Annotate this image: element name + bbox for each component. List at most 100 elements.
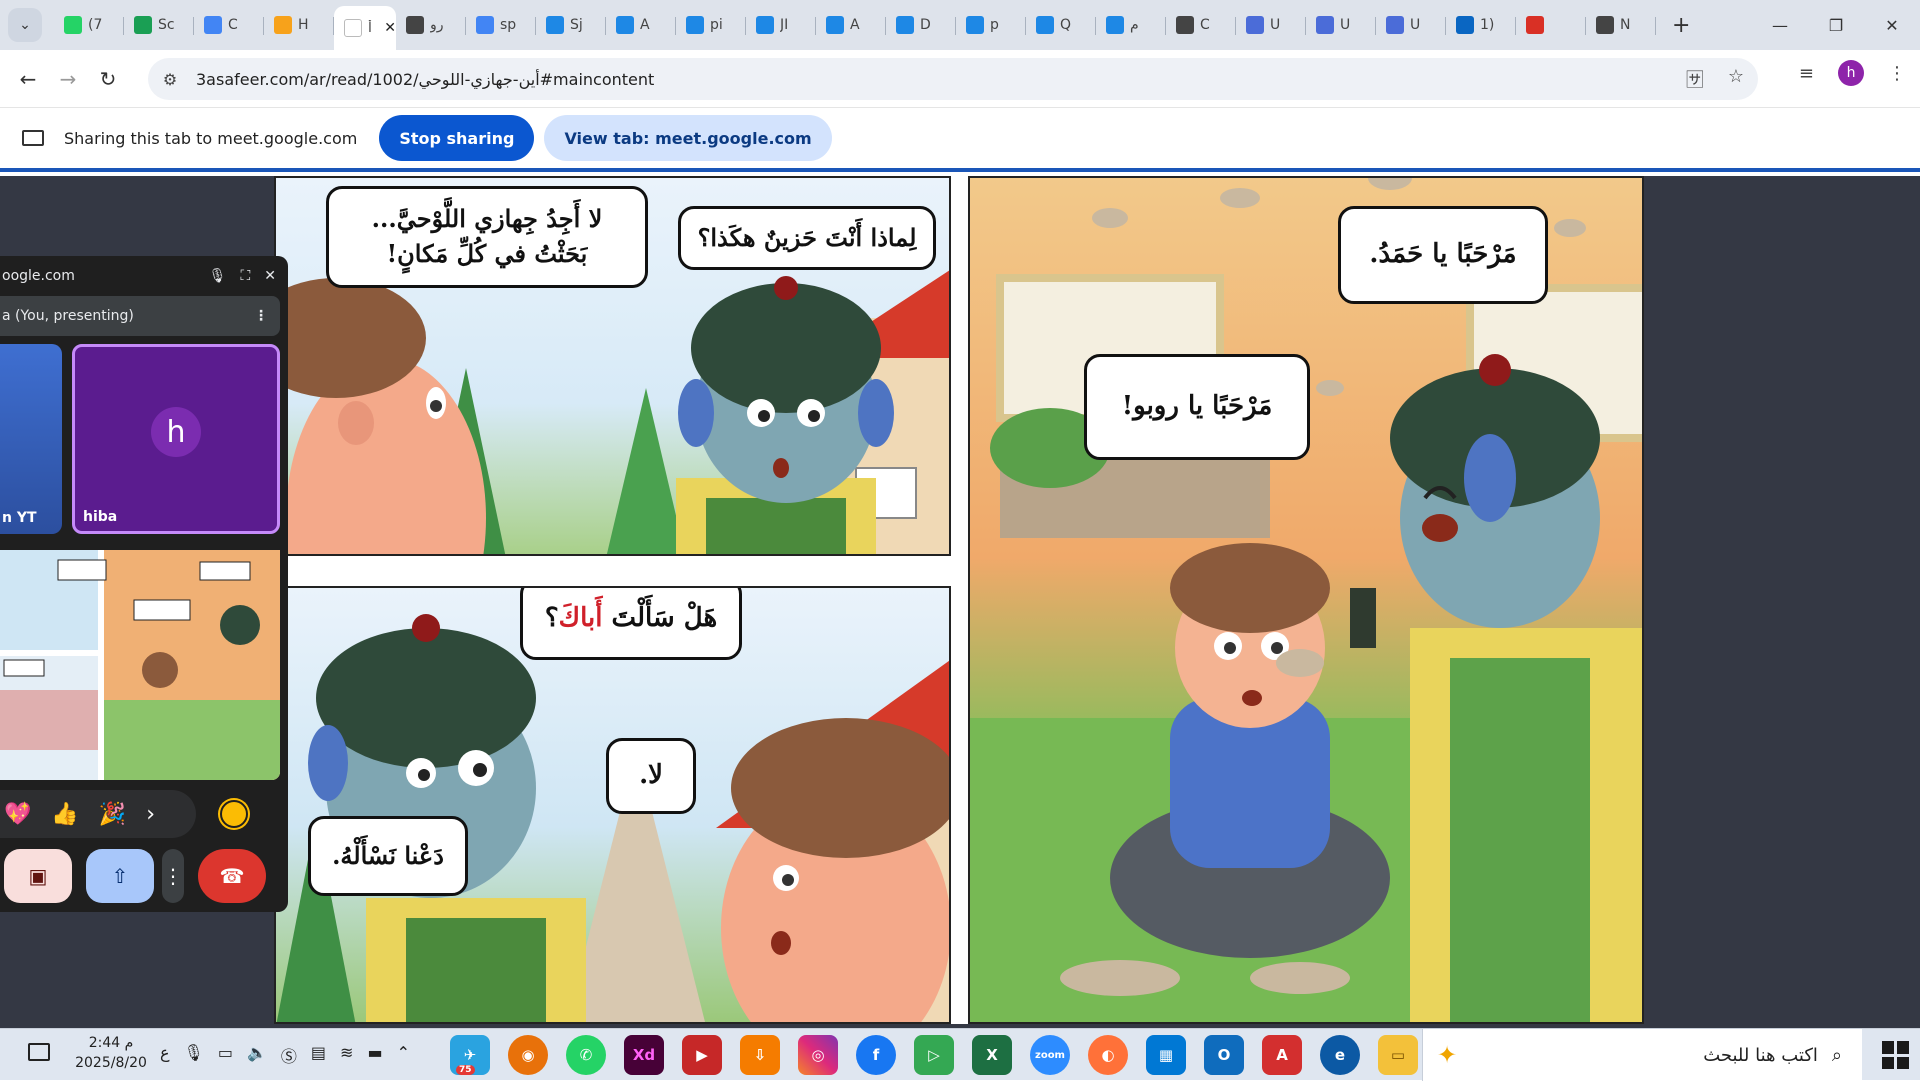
meet-domain: oogle.com: [2, 268, 75, 284]
arrow-right-icon: →: [59, 66, 77, 91]
new-tab-button[interactable]: +: [1672, 13, 1690, 38]
browser-tab[interactable]: Q: [1026, 5, 1096, 45]
expand-icon[interactable]: ⛶: [240, 268, 250, 284]
whatsapp-icon: [64, 16, 82, 34]
stop-sharing-button[interactable]: Stop sharing: [379, 115, 535, 161]
file-explorer-app-icon[interactable]: ▭: [1378, 1035, 1418, 1075]
address-bar[interactable]: ⚙ 3asafeer.com/ar/read/1002/أين-جهازي-ال…: [148, 58, 1758, 100]
excel-app-icon[interactable]: X: [972, 1035, 1012, 1075]
browser-tab[interactable]: N: [1586, 5, 1656, 45]
media-controls-icon[interactable]: ≡: [1799, 63, 1814, 84]
party-reaction-icon[interactable]: 🎉: [99, 802, 126, 827]
browser-tab[interactable]: JI: [746, 5, 816, 45]
skype-tray-icon[interactable]: Ⓢ: [281, 1043, 297, 1067]
presentation-preview[interactable]: [0, 550, 280, 780]
browser-tab[interactable]: p: [956, 5, 1026, 45]
microphone-tray-icon[interactable]: 🎙: [184, 1043, 204, 1067]
tab-list: (7 Sc C H أَ ✕ رو sp Sj Api JI A Dp Q م C U U U 1) N: [54, 0, 1656, 50]
taskbar-search-box[interactable]: ⌕ اكتب هنا للبحث ✦: [1422, 1029, 1862, 1081]
browser-tab[interactable]: Sc: [124, 5, 194, 45]
browser-tab[interactable]: D: [886, 5, 956, 45]
browser-tab[interactable]: 1): [1446, 5, 1516, 45]
browser-tab[interactable]: م: [1096, 5, 1166, 45]
microphone-icon[interactable]: 🎙: [209, 268, 227, 284]
tab-sharing-bar: Sharing this tab to meet.google.com Stop…: [0, 108, 1920, 172]
comic-thumbnail-icon: [0, 550, 280, 780]
browser-tab[interactable]: (7: [54, 5, 124, 45]
tab-title: H: [298, 17, 309, 33]
restore-button[interactable]: ❐: [1808, 0, 1864, 50]
tab-strip: ⌄ (7 Sc C H أَ ✕ رو sp Sj Api JI A Dp Q م C U U U 1) N + — ❐…: [0, 0, 1920, 50]
firefox-app-icon[interactable]: ◐: [1088, 1035, 1128, 1075]
store-app-icon[interactable]: ▦: [1146, 1035, 1186, 1075]
thumbs-up-reaction-icon[interactable]: 👍: [51, 802, 78, 827]
reload-button[interactable]: ↻: [88, 59, 128, 99]
chrome-app-icon[interactable]: ◉: [508, 1035, 548, 1075]
browser-tab[interactable]: C: [194, 5, 264, 45]
meet-controls: ▣ ⇧ ⋮ ☎: [0, 848, 288, 904]
browser-tab[interactable]: U: [1236, 5, 1306, 45]
menu-kebab-icon[interactable]: ⋮: [1888, 63, 1906, 84]
browser-tab[interactable]: H: [264, 5, 334, 45]
url-text[interactable]: 3asafeer.com/ar/read/1002/أين-جهازي-اللو…: [196, 70, 654, 89]
copilot-sparkle-icon[interactable]: ✦: [1437, 1041, 1457, 1069]
leave-call-button[interactable]: ☎: [198, 849, 266, 903]
close-icon[interactable]: ✕: [264, 268, 276, 284]
browser-tab[interactable]: أَ ✕: [334, 6, 396, 50]
zoom-app-icon[interactable]: zoom: [1030, 1035, 1070, 1075]
edge-app-icon[interactable]: e: [1320, 1035, 1360, 1075]
participant-tile-hiba[interactable]: h hiba: [72, 344, 280, 534]
display-tray-icon[interactable]: ▭: [218, 1043, 233, 1067]
browser-tab[interactable]: pi: [676, 5, 746, 45]
xd-app-icon[interactable]: Xd: [624, 1035, 664, 1075]
battery-icon[interactable]: ▬: [367, 1043, 382, 1067]
download-app-icon[interactable]: ⇩: [740, 1035, 780, 1075]
tab-search-button[interactable]: ⌄: [8, 8, 42, 42]
wifi-icon[interactable]: ≋: [340, 1043, 353, 1067]
close-icon[interactable]: ✕: [384, 20, 396, 36]
taskbar-app-list: ✈ 75 ◉ ✆ Xd ▶ ⇩ ◎ f ▷ X zoom ◐ ▦ O A e ▭ …: [450, 1035, 1476, 1075]
notification-center-icon[interactable]: [28, 1043, 50, 1061]
site-info-icon[interactable]: ⚙: [152, 70, 188, 89]
browser-tab[interactable]: [1516, 5, 1586, 45]
telegram-app-icon[interactable]: ✈ 75: [450, 1035, 490, 1075]
browser-tab[interactable]: U: [1376, 5, 1446, 45]
more-options-icon[interactable]: ⋮: [254, 308, 268, 324]
instagram-app-icon[interactable]: ◎: [798, 1035, 838, 1075]
tab-title: D: [920, 17, 931, 33]
browser-tab[interactable]: C: [1166, 5, 1236, 45]
participant-tile-yt[interactable]: n YT: [0, 344, 62, 534]
translate-icon[interactable]: 🈂: [1686, 66, 1704, 92]
browser-tab[interactable]: sp: [466, 5, 536, 45]
camera-off-button[interactable]: ▣: [4, 849, 72, 903]
profile-avatar[interactable]: h: [1838, 60, 1864, 86]
start-button[interactable]: [1882, 1041, 1910, 1069]
back-button[interactable]: ←: [8, 59, 48, 99]
facebook-app-icon[interactable]: f: [856, 1035, 896, 1075]
raise-hand-icon[interactable]: [220, 800, 248, 828]
whatsapp-app-icon[interactable]: ✆: [566, 1035, 606, 1075]
play-store-app-icon[interactable]: ▷: [914, 1035, 954, 1075]
media-app-icon[interactable]: ▶: [682, 1035, 722, 1075]
more-button[interactable]: ⋮: [162, 849, 184, 903]
system-clock[interactable]: 2:44 م 2025/8/20: [70, 1033, 152, 1073]
close-window-button[interactable]: ✕: [1864, 0, 1920, 50]
heart-reaction-icon[interactable]: 💖: [4, 802, 31, 827]
present-button[interactable]: ⇧: [86, 849, 154, 903]
outlook-app-icon[interactable]: O: [1204, 1035, 1244, 1075]
browser-tab[interactable]: U: [1306, 5, 1376, 45]
browser-tab[interactable]: رو: [396, 5, 466, 45]
view-tab-button[interactable]: View tab: meet.google.com: [544, 115, 832, 161]
chevron-right-icon[interactable]: ›: [146, 802, 155, 827]
remote-tray-icon[interactable]: ▤: [311, 1043, 326, 1067]
input-language-indicator[interactable]: ع: [160, 1043, 170, 1067]
bookmark-star-icon[interactable]: ☆: [1728, 66, 1744, 92]
browser-tab[interactable]: Sj: [536, 5, 606, 45]
pdf-app-icon[interactable]: A: [1262, 1035, 1302, 1075]
forward-button[interactable]: →: [48, 59, 88, 99]
browser-tab[interactable]: A: [816, 5, 886, 45]
browser-tab[interactable]: A: [606, 5, 676, 45]
chevron-up-icon[interactable]: ⌃: [397, 1043, 410, 1067]
minimize-button[interactable]: —: [1752, 0, 1808, 50]
volume-icon[interactable]: 🔈: [247, 1043, 267, 1067]
